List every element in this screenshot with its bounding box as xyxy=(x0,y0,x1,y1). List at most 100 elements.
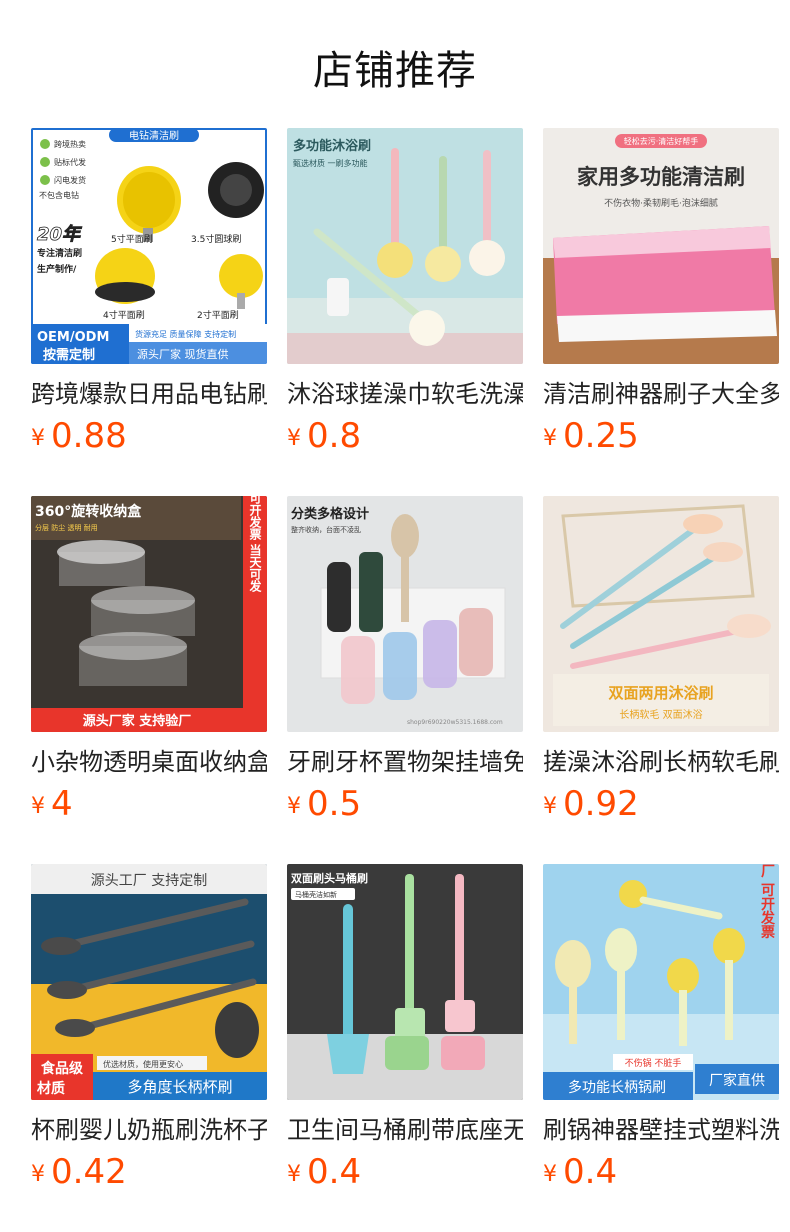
product-image[interactable]: 多功能沐浴刷 甄选材质 一刷多功能 xyxy=(287,128,523,364)
product-image[interactable]: 轻松去污·清洁好帮手 家用多功能清洁刷 不伤衣物·柔韧刷毛·泡沫细腻 xyxy=(543,128,779,364)
svg-text:整齐收纳，台面不凌乱: 整齐收纳，台面不凌乱 xyxy=(291,525,361,534)
price-value: 0.8 xyxy=(307,416,362,456)
product-price: ¥0.42 xyxy=(31,1152,267,1198)
product-card[interactable]: 支持验厂 可开发票 不伤锅 不脏手 多功能长柄锅刷 厂家直供 刷锅神器壁挂式塑料… xyxy=(543,864,779,1232)
product-card[interactable]: 分类多格设计 整齐收纳，台面不凌乱 shop9r690220w5315.1688… xyxy=(287,496,523,864)
product-card[interactable]: 轻松去污·清洁好帮手 家用多功能清洁刷 不伤衣物·柔韧刷毛·泡沫细腻 清洁刷神器… xyxy=(543,128,779,496)
product-price: ¥0.25 xyxy=(543,416,779,462)
svg-text:源头厂家 支持验厂: 源头厂家 支持验厂 xyxy=(83,713,192,729)
product-image[interactable]: 支持验厂 可开发票 不伤锅 不脏手 多功能长柄锅刷 厂家直供 xyxy=(543,864,779,1100)
svg-text:5寸平面刷: 5寸平面刷 xyxy=(111,233,153,245)
svg-text:双面两用沐浴刷: 双面两用沐浴刷 xyxy=(608,684,713,702)
svg-text:按需定制: 按需定制 xyxy=(43,347,95,363)
product-image[interactable]: 源头工厂 支持定制 食品级 材质 优选材质，使用更安心 多角度长柄杯刷 xyxy=(31,864,267,1100)
product-name[interactable]: 牙刷牙杯置物架挂墙免打孔 xyxy=(287,746,523,778)
svg-text:360°旋转收纳盒: 360°旋转收纳盒 xyxy=(35,503,142,520)
product-image-long-bath-brush: 双面两用沐浴刷 长柄软毛 双面沐浴 xyxy=(543,496,779,732)
svg-text:多角度长柄杯刷: 多角度长柄杯刷 xyxy=(127,1078,232,1096)
svg-text:4寸平面刷: 4寸平面刷 xyxy=(103,309,145,321)
svg-text:20年: 20年 xyxy=(37,224,83,245)
currency-symbol: ¥ xyxy=(31,426,45,451)
svg-text:电钻清洁刷: 电钻清洁刷 xyxy=(129,129,179,142)
product-image[interactable]: 双面两用沐浴刷 长柄软毛 双面沐浴 xyxy=(543,496,779,732)
svg-text:长柄软毛 双面沐浴: 长柄软毛 双面沐浴 xyxy=(619,708,702,721)
product-image[interactable]: 电钻清洁刷 跨境热卖 贴标代发 闪电发货 不包含电钻 20年 专注清洁刷 生产制… xyxy=(31,128,267,364)
svg-text:生产制作/: 生产制作/ xyxy=(37,263,77,275)
product-name[interactable]: 卫生间马桶刷带底座无死角 xyxy=(287,1114,523,1146)
product-name[interactable]: 杯刷婴儿奶瓶刷洗杯子刷 xyxy=(31,1114,267,1146)
price-value: 0.25 xyxy=(563,416,639,456)
product-image-bath-brush: 多功能沐浴刷 甄选材质 一刷多功能 xyxy=(287,128,523,364)
currency-symbol: ¥ xyxy=(543,794,557,819)
product-price: ¥0.4 xyxy=(287,1152,523,1198)
currency-symbol: ¥ xyxy=(287,1162,301,1187)
product-price: ¥0.92 xyxy=(543,784,779,830)
svg-text:优选材质，使用更安心: 优选材质，使用更安心 xyxy=(103,1059,183,1069)
product-price: ¥0.88 xyxy=(31,416,267,462)
product-name[interactable]: 刷锅神器壁挂式塑料洗锅刷 xyxy=(543,1114,779,1146)
svg-text:跨境热卖: 跨境热卖 xyxy=(54,139,86,149)
product-image-drill-brush: 电钻清洁刷 跨境热卖 贴标代发 闪电发货 不包含电钻 20年 专注清洁刷 生产制… xyxy=(31,128,267,364)
svg-text:OEM/ODM: OEM/ODM xyxy=(37,330,109,345)
svg-text:马桶壳洁如新: 马桶壳洁如新 xyxy=(295,890,337,899)
price-value: 4 xyxy=(51,784,73,824)
product-price: ¥4 xyxy=(31,784,267,830)
price-value: 0.4 xyxy=(563,1152,618,1192)
svg-text:厂家直供: 厂家直供 xyxy=(709,1072,765,1089)
product-price: ¥0.4 xyxy=(543,1152,779,1198)
svg-text:分层 防尘 透明 耐用: 分层 防尘 透明 耐用 xyxy=(35,523,98,532)
currency-symbol: ¥ xyxy=(543,426,557,451)
svg-text:甄选材质 一刷多功能: 甄选材质 一刷多功能 xyxy=(293,158,368,168)
currency-symbol: ¥ xyxy=(31,794,45,819)
svg-text:高品质定制 可开发票 当天可发: 高品质定制 可开发票 当天可发 xyxy=(248,496,262,593)
currency-symbol: ¥ xyxy=(543,1162,557,1187)
product-name[interactable]: 沐浴球搓澡巾软毛洗澡刷 xyxy=(287,378,523,410)
svg-text:食品级: 食品级 xyxy=(41,1060,84,1077)
product-name[interactable]: 小杂物透明桌面收纳盒旋转 xyxy=(31,746,267,778)
product-card[interactable]: 电钻清洁刷 跨境热卖 贴标代发 闪电发货 不包含电钻 20年 专注清洁刷 生产制… xyxy=(31,128,267,496)
shop-recommendation-page: 店铺推荐 电钻清洁刷 跨境热卖 贴标代发 闪电发货 不包含电钻 20年 专注清洁… xyxy=(0,0,790,1232)
product-name[interactable]: 跨境爆款日用品电钻刷头清洁刷 xyxy=(31,378,267,410)
svg-text:轻松去污·清洁好帮手: 轻松去污·清洁好帮手 xyxy=(624,136,699,146)
product-image-cleaning-brush: 轻松去污·清洁好帮手 家用多功能清洁刷 不伤衣物·柔韧刷毛·泡沫细腻 xyxy=(543,128,779,364)
product-image-storage-box: 360°旋转收纳盒 分层 防尘 透明 耐用 高品质定制 可开发票 当天可发 源头… xyxy=(31,496,267,732)
product-image[interactable]: 分类多格设计 整齐收纳，台面不凌乱 shop9r690220w5315.1688… xyxy=(287,496,523,732)
svg-text:2寸平面刷: 2寸平面刷 xyxy=(197,309,239,321)
product-name[interactable]: 搓澡沐浴刷长柄软毛刷背 xyxy=(543,746,779,778)
product-image-pot-brush: 支持验厂 可开发票 不伤锅 不脏手 多功能长柄锅刷 厂家直供 xyxy=(543,864,779,1100)
currency-symbol: ¥ xyxy=(287,794,301,819)
currency-symbol: ¥ xyxy=(287,426,301,451)
product-image[interactable]: 360°旋转收纳盒 分层 防尘 透明 耐用 高品质定制 可开发票 当天可发 源头… xyxy=(31,496,267,732)
svg-text:家用多功能清洁刷: 家用多功能清洁刷 xyxy=(577,165,745,189)
price-value: 0.4 xyxy=(307,1152,362,1192)
product-name[interactable]: 清洁刷神器刷子大全多功能 xyxy=(543,378,779,410)
svg-text:源头工厂 支持定制: 源头工厂 支持定制 xyxy=(91,873,207,889)
svg-text:shop9r690220w5315.1688.com: shop9r690220w5315.1688.com xyxy=(407,719,503,726)
svg-text:不伤锅 不脏手: 不伤锅 不脏手 xyxy=(625,1057,682,1069)
product-image-toilet-brush: 双面刷头马桶刷 马桶壳洁如新 xyxy=(287,864,523,1100)
price-value: 0.5 xyxy=(307,784,362,824)
svg-text:闪电发货: 闪电发货 xyxy=(54,175,86,185)
product-card[interactable]: 多功能沐浴刷 甄选材质 一刷多功能 沐浴球搓澡巾软毛洗澡刷 ¥0.8 xyxy=(287,128,523,496)
product-price: ¥0.8 xyxy=(287,416,523,462)
svg-text:不伤衣物·柔韧刷毛·泡沫细腻: 不伤衣物·柔韧刷毛·泡沫细腻 xyxy=(604,197,718,209)
svg-text:货源充足 质量保障 支持定制: 货源充足 质量保障 支持定制 xyxy=(135,329,236,339)
currency-symbol: ¥ xyxy=(31,1162,45,1187)
svg-text:不包含电钻: 不包含电钻 xyxy=(39,190,79,200)
svg-text:支持验厂 可开发票: 支持验厂 可开发票 xyxy=(759,864,776,940)
svg-text:多功能长柄锅刷: 多功能长柄锅刷 xyxy=(568,1079,666,1096)
svg-text:贴标代发: 贴标代发 xyxy=(54,157,86,167)
product-card[interactable]: 双面两用沐浴刷 长柄软毛 双面沐浴 搓澡沐浴刷长柄软毛刷背 ¥0.92 xyxy=(543,496,779,864)
product-image-toothbrush-holder: 分类多格设计 整齐收纳，台面不凌乱 shop9r690220w5315.1688… xyxy=(287,496,523,732)
svg-text:材质: 材质 xyxy=(37,1080,65,1097)
svg-text:3.5寸圆球刷: 3.5寸圆球刷 xyxy=(191,233,241,245)
svg-text:源头厂家 现货直供: 源头厂家 现货直供 xyxy=(137,347,229,361)
product-card[interactable]: 源头工厂 支持定制 食品级 材质 优选材质，使用更安心 多角度长柄杯刷 杯刷婴儿… xyxy=(31,864,267,1232)
product-card[interactable]: 360°旋转收纳盒 分层 防尘 透明 耐用 高品质定制 可开发票 当天可发 源头… xyxy=(31,496,267,864)
product-card[interactable]: 双面刷头马桶刷 马桶壳洁如新 卫生间马桶刷带底座无死角 ¥0.4 xyxy=(287,864,523,1232)
svg-text:双面刷头马桶刷: 双面刷头马桶刷 xyxy=(291,871,368,885)
product-image[interactable]: 双面刷头马桶刷 马桶壳洁如新 xyxy=(287,864,523,1100)
price-value: 0.92 xyxy=(563,784,639,824)
product-price: ¥0.5 xyxy=(287,784,523,830)
page-title: 店铺推荐 xyxy=(313,48,477,94)
